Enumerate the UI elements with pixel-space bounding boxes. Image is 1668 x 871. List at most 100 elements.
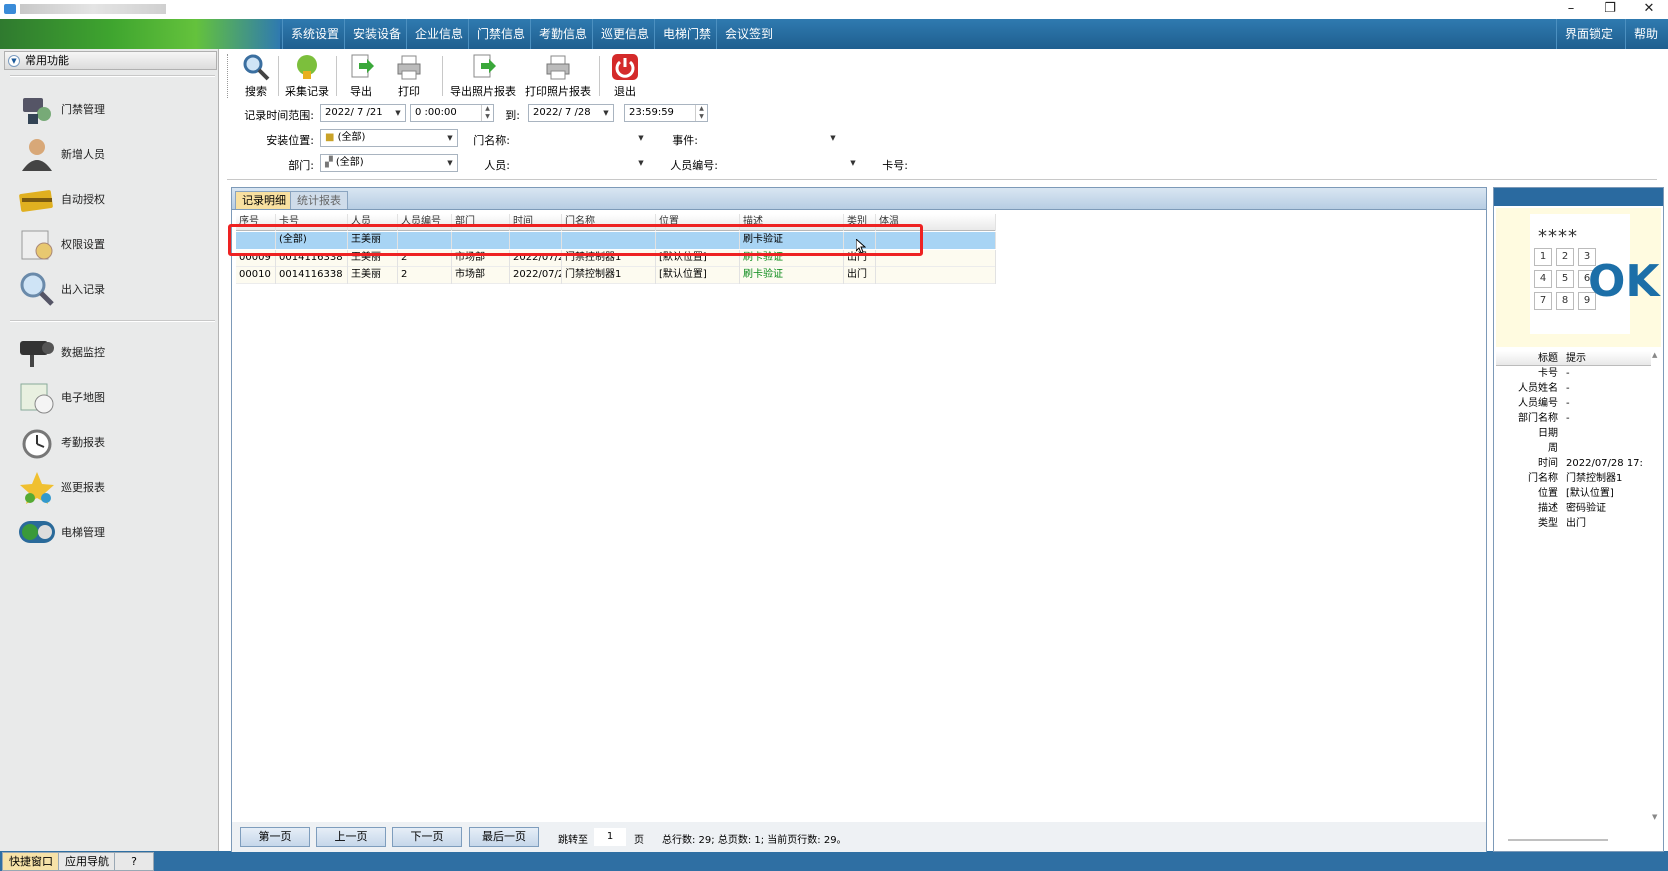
end-time-spinner[interactable]: 23:59:59 ▲ ▼ — [624, 104, 708, 122]
map-icon — [20, 383, 54, 414]
restore-button[interactable]: ❐ — [1595, 0, 1625, 19]
keypad-key: 7 — [1534, 292, 1552, 310]
info-header-hint: 提示 — [1566, 353, 1586, 364]
sidebar-divider — [10, 75, 215, 77]
search-button[interactable]: 搜索 — [239, 52, 273, 100]
location-select[interactable]: ■ (全部) ▼ — [320, 129, 458, 147]
toolbar: 搜索 采集记录 导出 打印 导出照片报表 打印照片报表 退出 — [227, 50, 1663, 100]
close-button[interactable]: ✕ — [1634, 0, 1664, 19]
door-name-select[interactable]: ▼ — [512, 129, 648, 147]
sidebar-item-attendance-report[interactable]: 考勤报表 — [14, 421, 214, 463]
dropdown-arrow-icon[interactable]: ▼ — [443, 130, 457, 146]
sidebar-item-elevator-management[interactable]: 电梯管理 — [14, 511, 214, 553]
menu-system-settings[interactable]: 系统设置 — [282, 19, 347, 49]
spinner-arrows-icon[interactable]: ▲ ▼ — [695, 105, 707, 121]
sidebar-item-patrol-report[interactable]: 巡更报表 — [14, 466, 214, 508]
start-time-spinner[interactable]: 0 :00:00 ▲ ▼ — [410, 104, 494, 122]
menu-lock-ui[interactable]: 界面锁定 — [1556, 19, 1621, 49]
menu-bar: 系统设置 安装设备 企业信息 门禁信息 考勤信息 巡更信息 电梯门禁 会议签到 … — [0, 19, 1668, 49]
keypad-key: 1 — [1534, 248, 1552, 266]
info-row: 人员姓名 - — [1496, 381, 1651, 396]
sidebar-item-label: 出入记录 — [61, 283, 105, 296]
export-button-label: 导出 — [350, 85, 372, 98]
info-value: 2022/07/28 17: — [1566, 458, 1643, 469]
card-icon — [19, 190, 53, 212]
end-date-picker[interactable]: 2022/ 7 /28 ▼ — [528, 104, 614, 122]
menu-company-info[interactable]: 企业信息 — [406, 19, 471, 49]
sidebar-item-add-person[interactable]: 新增人员 — [14, 133, 214, 175]
clock-icon — [22, 429, 52, 459]
dropdown-arrow-icon[interactable]: ▼ — [634, 129, 648, 147]
dropdown-arrow-icon[interactable]: ▼ — [599, 105, 613, 121]
table-cell: [默认位置] — [656, 267, 740, 284]
menu-patrol-info[interactable]: 巡更信息 — [592, 19, 657, 49]
table-cell: 出门 — [844, 267, 876, 284]
print-photo-report-button[interactable]: 打印照片报表 — [524, 52, 592, 100]
print-button[interactable]: 打印 — [389, 52, 429, 100]
toolbar-separator — [599, 56, 600, 96]
tab-shortcut-window[interactable]: 快捷窗口 — [2, 852, 60, 871]
sidebar-item-e-map[interactable]: 电子地图 — [14, 376, 214, 418]
tab-statistics-report[interactable]: 统计报表 — [290, 191, 348, 209]
export-button[interactable]: 导出 — [341, 52, 381, 100]
sidebar-item-door-control[interactable]: 门禁管理 — [14, 88, 214, 130]
prev-page-button[interactable]: 上一页 — [316, 827, 386, 847]
collapse-icon[interactable]: ▼ — [8, 55, 20, 67]
last-page-button[interactable]: 最后一页 — [469, 827, 539, 847]
table-row[interactable]: 00010 0014116338 王美丽 2 市场部 2022/07/2 门禁控… — [236, 267, 996, 284]
dropdown-arrow-icon[interactable]: ▼ — [634, 154, 648, 172]
dropdown-arrow-icon[interactable]: ▼ — [391, 105, 405, 121]
sidebar-item-auto-authorize[interactable]: 自动授权 — [14, 178, 214, 220]
start-time-value: 0 :00:00 — [415, 107, 457, 118]
scroll-down-icon[interactable]: ▼ — [1652, 813, 1657, 821]
export-photo-report-button[interactable]: 导出照片报表 — [449, 52, 517, 100]
event-select[interactable]: ▼ — [702, 129, 840, 147]
menu-meeting-signin[interactable]: 会议签到 — [716, 19, 781, 49]
spinner-arrows-icon[interactable]: ▲ ▼ — [481, 105, 493, 121]
table-cell: 00010 — [236, 267, 276, 284]
person-number-label: 人员编号: — [670, 159, 718, 172]
info-key: 时间 — [1538, 458, 1558, 469]
permission-icon — [21, 230, 53, 260]
exit-button[interactable]: 退出 — [605, 52, 645, 100]
card-number-input[interactable] — [914, 154, 1054, 172]
scroll-up-icon[interactable]: ▲ — [1652, 351, 1657, 359]
help-icon[interactable]: ? — [114, 852, 154, 871]
sidebar-header[interactable]: ▼ 常用功能 — [4, 51, 217, 70]
menu-elevator-access[interactable]: 电梯门禁 — [654, 19, 719, 49]
table-cell — [876, 267, 996, 284]
sidebar-item-access-records[interactable]: 出入记录 — [14, 268, 214, 310]
info-row: 类型 出门 — [1496, 516, 1651, 531]
first-page-button[interactable]: 第一页 — [240, 827, 310, 847]
department-select[interactable]: ▞ (全部) ▼ — [320, 154, 458, 172]
event-detail-panel: **** 1 2 3 4 5 6 7 8 9 OK 标题 提示 卡号 - 人员姓名… — [1493, 187, 1664, 852]
sidebar-item-label: 考勤报表 — [61, 436, 105, 449]
next-page-button[interactable]: 下一页 — [392, 827, 462, 847]
sidebar-item-permission-settings[interactable]: 权限设置 — [14, 223, 214, 265]
menu-help[interactable]: 帮助 — [1625, 19, 1666, 49]
sidebar-item-label: 电子地图 — [61, 391, 105, 404]
dropdown-arrow-icon[interactable]: ▼ — [443, 155, 457, 171]
tab-app-navigation[interactable]: 应用导航 — [58, 852, 116, 871]
person-number-select[interactable]: ▼ — [722, 154, 860, 172]
dropdown-arrow-icon[interactable]: ▼ — [846, 154, 860, 172]
minimize-button[interactable]: – — [1556, 0, 1586, 19]
menu-install-device[interactable]: 安装设备 — [344, 19, 409, 49]
start-date-picker[interactable]: 2022/ 7 /21 ▼ — [320, 104, 406, 122]
horizontal-scrollbar[interactable] — [1508, 839, 1608, 841]
info-header-title: 标题 — [1538, 353, 1558, 364]
menu-attendance-info[interactable]: 考勤信息 — [530, 19, 595, 49]
info-value: 门禁控制器1 — [1566, 473, 1623, 484]
tab-record-details[interactable]: 记录明细 — [235, 191, 293, 209]
search-icon — [243, 54, 270, 81]
info-row: 位置 [默认位置] — [1496, 486, 1651, 501]
info-scrollbar[interactable]: ▲ ▼ — [1652, 351, 1662, 821]
menu-access-info[interactable]: 门禁信息 — [468, 19, 533, 49]
keypad-key: 8 — [1556, 292, 1574, 310]
sidebar-item-data-monitor[interactable]: 数据监控 — [14, 331, 214, 373]
collect-records-button[interactable]: 采集记录 — [283, 52, 331, 100]
person-select[interactable]: ▼ — [512, 154, 648, 172]
page-number-input[interactable]: 1 — [594, 828, 626, 846]
dropdown-arrow-icon[interactable]: ▼ — [826, 129, 840, 147]
door-control-icon — [23, 98, 51, 124]
